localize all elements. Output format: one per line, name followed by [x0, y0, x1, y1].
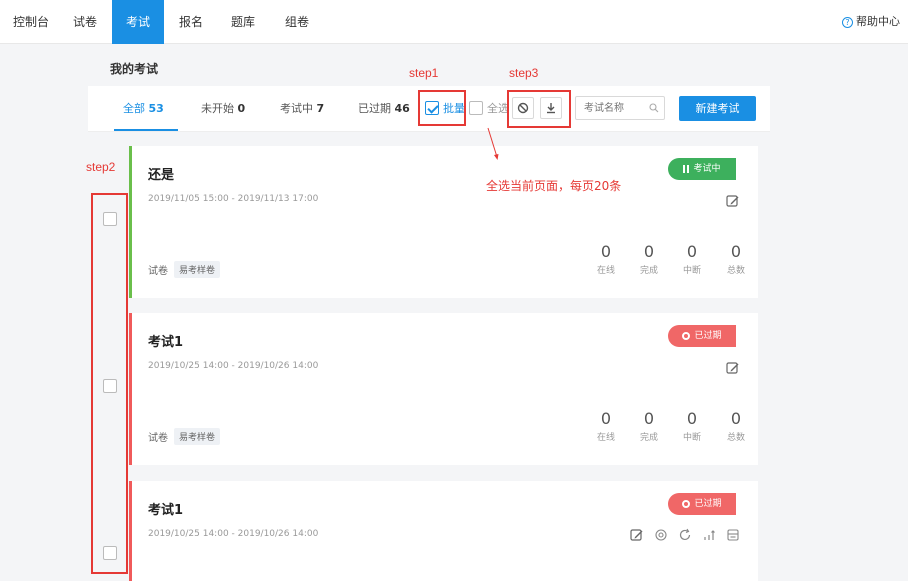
stat-value: 0	[730, 409, 742, 428]
stat-online: 0 在线	[586, 409, 626, 443]
tab-expired-label: 已过期	[358, 102, 391, 115]
status-badge: 已过期	[668, 325, 736, 347]
paper-label: 试卷	[148, 433, 168, 444]
stat-value: 0	[686, 409, 698, 428]
tab-all-count: 53	[148, 102, 164, 115]
paper-label: 试卷	[148, 266, 168, 277]
paper-tag[interactable]: 易考样卷	[174, 261, 221, 278]
nav-exams[interactable]: 考试	[112, 0, 164, 44]
stat-label: 完成	[639, 433, 658, 443]
stat-label: 完成	[639, 266, 658, 276]
search-icon[interactable]	[649, 103, 659, 113]
tab-expired[interactable]: 已过期 46	[358, 86, 410, 132]
paper-tag[interactable]: 易考样卷	[174, 428, 221, 445]
top-nav: 控制台 试卷 考试 报名 题库 组卷 ? 帮助中心	[0, 0, 908, 44]
edit-icon[interactable]	[726, 194, 740, 208]
tab-all-label: 全部	[123, 102, 145, 115]
stat-label: 总数	[726, 266, 745, 276]
tab-not-started-count: 0	[237, 102, 246, 115]
select-all-toggle[interactable]: 全选	[469, 100, 509, 116]
exam-card[interactable]: 考试1 2019/10/25 14:00 - 2019/10/26 14:00 …	[129, 481, 758, 581]
exam-time: 2019/10/25 14:00 - 2019/10/26 14:00	[148, 529, 319, 539]
step3-highlight	[507, 90, 571, 128]
status-label: 已过期	[694, 499, 722, 509]
status-label: 已过期	[694, 331, 722, 341]
help-center-label: 帮助中心	[856, 15, 900, 28]
status-badge: 考试中	[668, 158, 736, 180]
question-circle-icon: ?	[842, 16, 853, 28]
stat-value: 0	[643, 409, 655, 428]
exam-card[interactable]: 考试1 2019/10/25 14:00 - 2019/10/26 14:00 …	[129, 313, 758, 465]
stat-interrupted: 0 中断	[672, 242, 712, 276]
tab-not-started-label: 未开始	[201, 102, 234, 115]
stat-value: 0	[686, 242, 698, 261]
pause-icon	[683, 165, 690, 173]
edit-icon[interactable]	[726, 361, 740, 375]
stat-label: 在线	[596, 266, 615, 276]
statistics-icon[interactable]	[702, 528, 716, 542]
new-exam-button[interactable]: 新建考试	[679, 96, 756, 121]
nav-registration[interactable]: 报名	[168, 0, 214, 44]
stat-interrupted: 0 中断	[672, 409, 712, 443]
stat-completed: 0 完成	[629, 409, 669, 443]
page-title: 我的考试	[110, 62, 159, 76]
step3-label: step3	[509, 66, 539, 80]
exam-time: 2019/11/05 15:00 - 2019/11/13 17:00	[148, 194, 319, 204]
tab-in-progress[interactable]: 考试中 7	[280, 86, 324, 132]
stat-value: 0	[600, 409, 612, 428]
circle-icon	[682, 500, 691, 508]
paper-info: 试卷 易考样卷	[148, 428, 221, 445]
nav-question-bank[interactable]: 题库	[220, 0, 266, 44]
tab-expired-count: 46	[394, 102, 410, 115]
tab-all[interactable]: 全部 53	[123, 86, 164, 132]
tab-in-progress-count: 7	[316, 102, 325, 115]
step2-highlight	[91, 193, 128, 574]
report-icon[interactable]	[726, 528, 740, 542]
status-label: 考试中	[693, 164, 721, 174]
edit-icon[interactable]	[630, 528, 644, 542]
card-toolbar	[630, 528, 740, 542]
nav-compose-paper[interactable]: 组卷	[274, 0, 320, 44]
help-center-link[interactable]: ? 帮助中心	[842, 0, 900, 44]
stat-label: 中断	[682, 433, 701, 443]
stat-label: 中断	[682, 266, 701, 276]
stat-value: 0	[600, 242, 612, 261]
stat-label: 总数	[726, 433, 745, 443]
exam-title[interactable]: 考试1	[148, 331, 183, 350]
exam-title[interactable]: 还是	[148, 164, 174, 183]
exam-title[interactable]: 考试1	[148, 499, 183, 518]
active-tab-underline	[114, 129, 178, 131]
step1-label: step1	[409, 66, 439, 80]
nav-papers[interactable]: 试卷	[62, 0, 108, 44]
tab-not-started[interactable]: 未开始 0	[201, 86, 245, 132]
nav-console[interactable]: 控制台	[0, 0, 62, 44]
refresh-icon[interactable]	[678, 528, 692, 542]
stat-total: 0 总数	[716, 409, 756, 443]
select-all-checkbox[interactable]	[469, 101, 483, 115]
monitor-icon[interactable]	[654, 528, 668, 542]
select-all-label: 全选	[487, 102, 509, 115]
exam-card[interactable]: 还是 2019/11/05 15:00 - 2019/11/13 17:00 考…	[129, 146, 758, 298]
stat-online: 0 在线	[586, 242, 626, 276]
paper-info: 试卷 易考样卷	[148, 261, 221, 278]
stat-completed: 0 完成	[629, 242, 669, 276]
status-badge: 已过期	[668, 493, 736, 515]
circle-icon	[682, 332, 691, 340]
stat-value: 0	[643, 242, 655, 261]
select-all-note: 全选当前页面，每页20条	[486, 179, 622, 193]
stat-value: 0	[730, 242, 742, 261]
step2-label: step2	[86, 160, 116, 174]
stat-total: 0 总数	[716, 242, 756, 276]
annotation-arrow	[487, 127, 499, 160]
exam-time: 2019/10/25 14:00 - 2019/10/26 14:00	[148, 361, 319, 371]
stat-label: 在线	[596, 433, 615, 443]
step1-highlight	[418, 90, 466, 126]
tab-in-progress-label: 考试中	[280, 102, 313, 115]
